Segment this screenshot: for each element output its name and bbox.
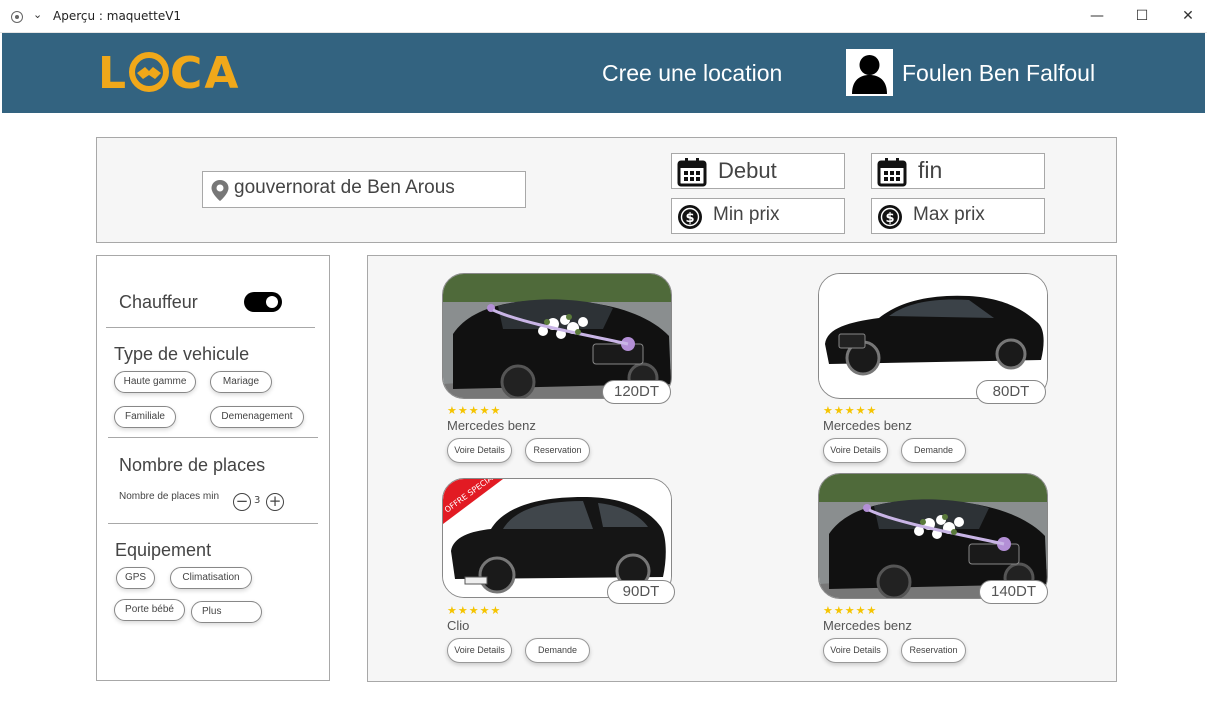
places-min-label: Nombre de places min: [119, 491, 220, 502]
dollar-coin-icon: $: [678, 205, 702, 229]
chip-familiale[interactable]: Familiale: [114, 406, 176, 428]
location-pin-icon: [211, 180, 229, 201]
car-name: Mercedes benz: [823, 418, 912, 433]
location-value: gouvernorat de Ben Arous: [234, 177, 455, 198]
rating-stars: ★★★★★: [823, 404, 878, 417]
chip-porte-bebe[interactable]: Porte bébé: [114, 599, 185, 621]
view-details-button[interactable]: Voire Details: [823, 638, 888, 663]
chip-haute-gamme[interactable]: Haute gamme: [114, 371, 196, 393]
max-price-field[interactable]: $ Max prix: [871, 198, 1045, 234]
close-button[interactable]: ✕: [1176, 5, 1200, 27]
price-badge: 80DT: [976, 380, 1046, 404]
min-price-field[interactable]: $ Min prix: [671, 198, 845, 234]
price-badge: 120DT: [602, 380, 671, 404]
places-min-value: 3: [254, 495, 261, 506]
app-header: L CA Cree une location Foulen Ben Falfoul: [2, 33, 1205, 113]
divider: [106, 327, 315, 328]
calendar-icon: [677, 158, 707, 187]
sedan-car-image: [819, 274, 1047, 392]
min-price-label: Min prix: [713, 204, 780, 225]
window-title: Aperçu : maquetteV1: [53, 9, 182, 23]
divider: [108, 523, 318, 524]
user-icon: [852, 55, 887, 94]
start-date-field[interactable]: Debut: [671, 153, 845, 189]
car-name: Mercedes benz: [447, 418, 536, 433]
view-details-button[interactable]: Voire Details: [447, 438, 512, 463]
minimize-button[interactable]: —: [1085, 5, 1109, 27]
price-badge: 140DT: [979, 580, 1048, 604]
start-date-label: Debut: [718, 158, 777, 183]
request-button[interactable]: Demande: [901, 438, 966, 463]
chauffeur-label: Chauffeur: [119, 292, 198, 312]
car-name: Clio: [447, 618, 470, 633]
avatar[interactable]: [846, 49, 893, 96]
plus-icon[interactable]: +: [266, 493, 284, 511]
minus-icon[interactable]: −: [233, 493, 251, 511]
divider: [108, 437, 318, 438]
maximize-button[interactable]: ☐: [1130, 5, 1154, 27]
reservation-button[interactable]: Reservation: [901, 638, 966, 663]
dollar-coin-icon: $: [878, 205, 902, 229]
steering-wheel-icon: [129, 52, 170, 92]
rating-stars: ★★★★★: [447, 604, 502, 617]
chauffeur-toggle[interactable]: [244, 292, 282, 312]
rating-stars: ★★★★★: [447, 404, 502, 417]
chip-plus[interactable]: Plus: [191, 601, 262, 623]
search-panel: gouvernorat de Ben Arous Debut fin $ Min…: [96, 137, 1117, 243]
svg-text:$: $: [885, 211, 894, 226]
vehicle-type-title: Type de vehicule: [114, 344, 250, 364]
filter-panel: Chauffeur Type de vehicule Haute gamme M…: [96, 255, 330, 681]
end-date-label: fin: [918, 157, 943, 183]
reservation-button[interactable]: Reservation: [525, 438, 590, 463]
svg-text:$: $: [685, 211, 694, 226]
places-title: Nombre de places: [119, 455, 266, 475]
logo-letters-ca: CA: [170, 48, 241, 99]
end-date-field[interactable]: fin: [871, 153, 1045, 189]
view-details-button[interactable]: Voire Details: [447, 638, 512, 663]
location-input[interactable]: gouvernorat de Ben Arous: [202, 171, 526, 208]
user-name[interactable]: Foulen Ben Falfoul: [902, 60, 1095, 87]
app-logo[interactable]: L CA: [98, 50, 240, 98]
chevron-down-icon[interactable]: ⌄: [33, 8, 42, 21]
rating-stars: ★★★★★: [823, 604, 878, 617]
chip-climatisation[interactable]: Climatisation: [170, 567, 252, 589]
chip-mariage[interactable]: Mariage: [210, 371, 272, 393]
max-price-label: Max prix: [913, 204, 985, 225]
price-badge: 90DT: [607, 580, 675, 604]
equipment-title: Equipement: [115, 540, 212, 560]
request-button[interactable]: Demande: [525, 638, 590, 663]
calendar-icon: [877, 158, 907, 187]
chip-demenagement[interactable]: Demenagement: [210, 406, 304, 428]
window-menu-icon[interactable]: [11, 11, 23, 23]
logo-letter-l: L: [98, 48, 129, 99]
results-panel: 120DT ★★★★★ Mercedes benz Voire Details …: [367, 255, 1117, 682]
car-name: Mercedes benz: [823, 618, 912, 633]
window-titlebar: ⌄ Aperçu : maquetteV1 — ☐ ✕: [0, 0, 1207, 33]
create-location-link[interactable]: Cree une location: [602, 60, 782, 87]
view-details-button[interactable]: Voire Details: [823, 438, 888, 463]
chip-gps[interactable]: GPS: [116, 567, 155, 589]
